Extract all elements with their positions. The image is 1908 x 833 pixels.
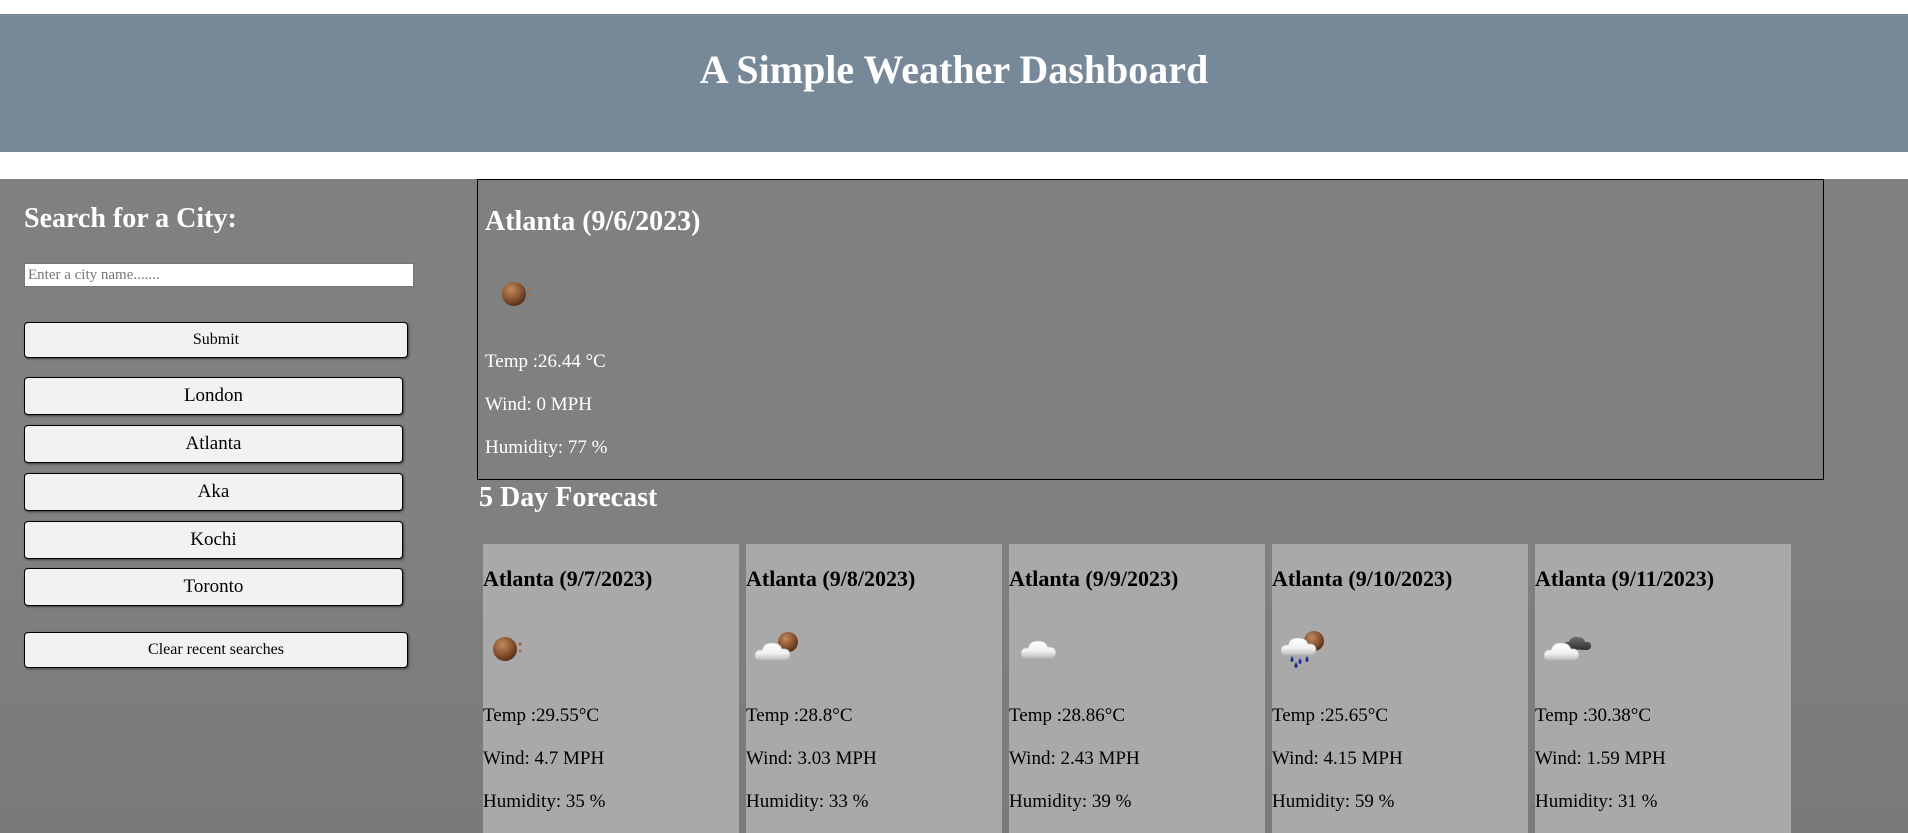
- forecast-temp: Temp :28.86°C: [1009, 705, 1126, 726]
- page-header: A Simple Weather Dashboard: [0, 14, 1908, 152]
- recent-city-button[interactable]: London: [24, 377, 403, 415]
- forecast-card-title: Atlanta (9/11/2023): [1535, 566, 1715, 591]
- current-humidity: Humidity: 77 %: [485, 437, 608, 458]
- search-heading: Search for a City:: [24, 203, 237, 234]
- forecast-temp: Temp :30.38°C: [1535, 705, 1652, 726]
- forecast-temp: Temp :25.65°C: [1272, 705, 1389, 726]
- rain-night-icon: [1278, 627, 1332, 674]
- forecast-humidity: Humidity: 59 %: [1272, 791, 1395, 812]
- clear-night-icon: [489, 627, 535, 672]
- forecast-wind: Wind: 4.15 MPH: [1272, 748, 1403, 769]
- recent-city-label: Atlanta: [185, 433, 242, 454]
- recent-city-label: London: [183, 385, 244, 406]
- forecast-card-title: Atlanta (9/8/2023): [746, 566, 916, 591]
- submit-button-label: Submit: [192, 331, 240, 348]
- forecast-card: Atlanta (9/8/2023) Temp :28.8°C Wind: 3.…: [746, 544, 1002, 833]
- forecast-humidity: Humidity: 35 %: [483, 791, 606, 812]
- current-weather-title: Atlanta (9/6/2023): [485, 206, 701, 237]
- current-temp: Temp :26.44 °C: [485, 351, 606, 372]
- forecast-humidity: Humidity: 33 %: [746, 791, 869, 812]
- forecast-humidity: Humidity: 31 %: [1535, 791, 1658, 812]
- forecast-card: Atlanta (9/7/2023) Temp :29.55°C Wind: 4…: [483, 544, 739, 833]
- recent-city-button[interactable]: Atlanta: [24, 425, 403, 463]
- page-title: A Simple Weather Dashboard: [699, 46, 1209, 92]
- forecast-card: Atlanta (9/11/2023) Temp :30.38°C Wind: …: [1535, 544, 1791, 833]
- broken-clouds-icon: [1541, 627, 1599, 672]
- recent-city-button[interactable]: Aka: [24, 473, 403, 511]
- forecast-wind: Wind: 1.59 MPH: [1535, 748, 1666, 769]
- forecast-card: Atlanta (9/9/2023) Temp :28.86°C Wind: 2…: [1009, 544, 1265, 833]
- clear-recent-button[interactable]: Clear recent searches: [24, 632, 408, 668]
- main-area: Search for a City: Submit London Atlanta…: [0, 179, 1908, 833]
- recent-city-label: Kochi: [190, 529, 237, 550]
- forecast-temp: Temp :29.55°C: [483, 705, 600, 726]
- current-wind: Wind: 0 MPH: [485, 394, 592, 415]
- submit-button[interactable]: Submit: [24, 322, 408, 358]
- forecast-card-title: Atlanta (9/7/2023): [483, 566, 653, 591]
- clear-recent-label: Clear recent searches: [148, 641, 284, 658]
- forecast-card-title: Atlanta (9/9/2023): [1009, 566, 1179, 591]
- forecast-temp: Temp :28.8°C: [746, 705, 853, 726]
- recent-city-button[interactable]: Toronto: [24, 568, 403, 606]
- clear-night-icon: [498, 272, 544, 317]
- forecast-wind: Wind: 3.03 MPH: [746, 748, 877, 769]
- recent-city-button[interactable]: Kochi: [24, 521, 403, 559]
- recent-city-label: Toronto: [183, 576, 244, 597]
- forecast-card: Atlanta (9/10/2023) Temp :25.65°C Wind: …: [1272, 544, 1528, 833]
- forecast-humidity: Humidity: 39 %: [1009, 791, 1132, 812]
- cloud-icon: [1015, 627, 1069, 672]
- recent-city-label: Aka: [197, 481, 230, 502]
- partly-cloudy-night-icon: [752, 627, 806, 672]
- city-search-input[interactable]: [24, 263, 414, 287]
- forecast-wind: Wind: 4.7 MPH: [483, 748, 605, 769]
- forecast-wind: Wind: 2.43 MPH: [1009, 748, 1140, 769]
- current-weather-panel: Atlanta (9/6/2023) Temp :26.44 °C Wind: …: [477, 179, 1824, 480]
- forecast-card-title: Atlanta (9/10/2023): [1272, 566, 1453, 591]
- forecast-heading: 5 Day Forecast: [479, 482, 658, 513]
